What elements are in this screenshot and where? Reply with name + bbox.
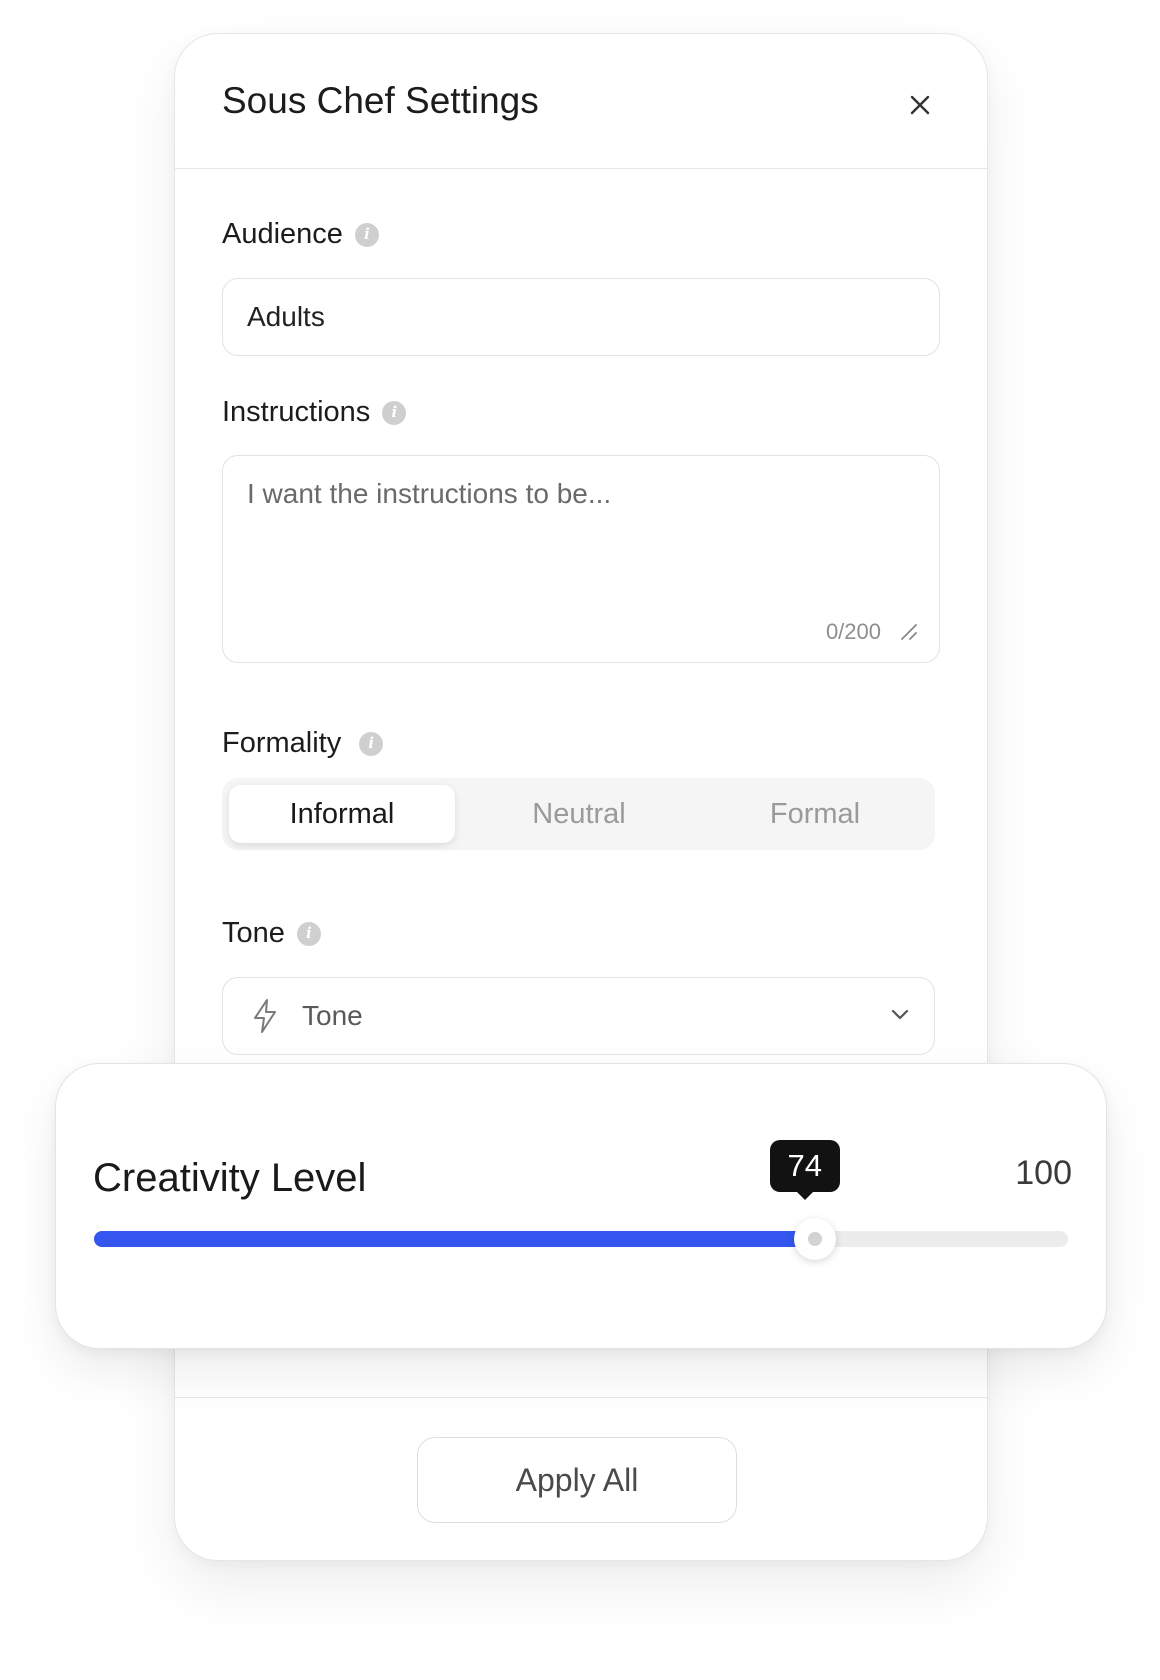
instructions-placeholder: I want the instructions to be... [247,478,612,509]
slider-value-tooltip: 74 [769,1140,840,1200]
tone-label: Tone [222,917,285,949]
formality-option-neutral[interactable]: Neutral [466,785,692,843]
info-icon[interactable]: i [382,400,407,425]
panel-title: Sous Chef Settings [222,80,539,121]
audience-input[interactable]: Adults [222,278,940,356]
formality-segmented-control: Informal Neutral Formal [222,778,935,850]
slider-track[interactable]: 74 [94,1140,1068,1260]
formality-option-formal[interactable]: Formal [702,785,928,843]
slider-max-value: 100 [1015,1154,1072,1192]
tone-label-row: Tone i [222,917,321,950]
creativity-level-card: Creativity Level 100 74 [55,1063,1107,1349]
audience-value: Adults [247,301,325,332]
close-icon [910,95,930,115]
bolt-icon [254,999,276,1033]
audience-label-row: Audience i [222,218,379,251]
slider-thumb-dot [807,1232,822,1246]
chevron-down-icon [891,1009,909,1020]
info-icon[interactable]: i [359,731,384,756]
footer-divider [175,1397,987,1398]
character-counter: 0/200 [825,619,881,644]
instructions-label-row: Instructions i [222,396,407,429]
panel-header: Sous Chef Settings [175,34,987,169]
info-icon[interactable]: i [296,921,321,946]
tone-placeholder: Tone [302,1000,363,1031]
formality-label-row: Formality i [222,727,384,760]
audience-label: Audience [222,218,343,250]
apply-all-button[interactable]: Apply All [417,1437,737,1523]
instructions-textarea[interactable]: I want the instructions to be... 0/200 [222,455,940,663]
info-icon[interactable]: i [354,222,379,247]
formality-option-informal[interactable]: Informal [229,785,455,843]
slider-fill [94,1231,815,1247]
resize-handle-icon[interactable] [899,622,919,642]
formality-label: Formality [222,727,342,759]
close-button[interactable] [900,85,940,125]
slider-thumb[interactable] [793,1218,836,1260]
instructions-label: Instructions [222,396,371,428]
creativity-level-label: Creativity Level [93,1156,367,1200]
tone-select[interactable]: Tone [222,977,935,1055]
